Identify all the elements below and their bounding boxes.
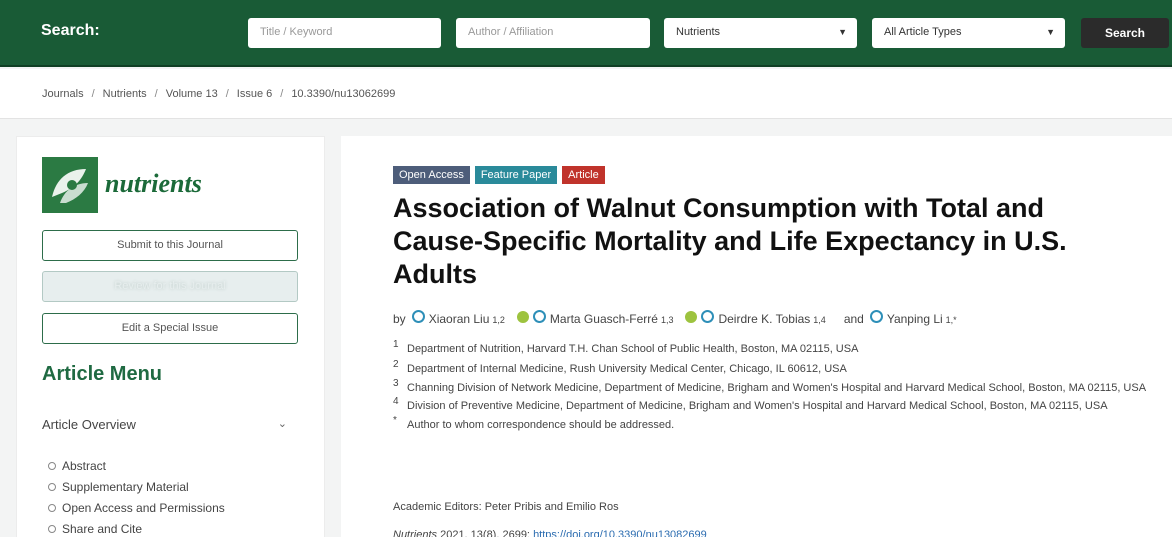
- doi-link[interactable]: https://doi.org/10.3390/nu13082699: [533, 529, 707, 537]
- affiliation-text: Department of Internal Medicine, Rush Un…: [407, 363, 847, 375]
- journal-logo[interactable]: [42, 157, 98, 213]
- article-overview-label: Article Overview: [42, 417, 136, 432]
- orcid-icon[interactable]: [516, 311, 529, 323]
- breadcrumb-separator: /: [91, 88, 95, 100]
- citation-details: 2021, 13(8), 2699;: [437, 529, 530, 537]
- search-label: Search:: [41, 22, 100, 39]
- author-name[interactable]: Xiaoran Liu: [429, 312, 490, 326]
- affiliation-number: 3: [393, 378, 399, 389]
- title-keyword-input[interactable]: Title / Keyword: [248, 18, 441, 48]
- article-type-badge: Article: [562, 166, 605, 184]
- citation-journal: Nutrients: [393, 529, 438, 537]
- breadcrumb-separator: /: [225, 88, 229, 100]
- affiliation-item: 3 Channing Division of Network Medicine,…: [393, 378, 1153, 397]
- article-overview-toggle[interactable]: Article Overview ⌄: [42, 417, 287, 432]
- affiliation-text: Division of Preventive Medicine, Departm…: [407, 400, 1108, 412]
- article-menu-title: Article Menu: [42, 363, 163, 385]
- affiliation-list: 1 Department of Nutrition, Harvard T.H. …: [393, 339, 1153, 435]
- menu-item-share-cite[interactable]: Share and Cite: [48, 518, 225, 537]
- article-type-select[interactable]: All Article Types ▼: [872, 18, 1065, 48]
- author-profile-icon[interactable]: [411, 310, 425, 323]
- author-affiliation-sup: 1,4: [813, 315, 826, 325]
- affiliation-number: *: [393, 415, 397, 426]
- breadcrumb-journal[interactable]: Nutrients: [103, 88, 147, 100]
- bullet-icon: [48, 524, 56, 533]
- nutrients-logo-icon: [42, 157, 98, 213]
- affiliation-number: 2: [393, 359, 399, 370]
- affiliation-item: 4 Division of Preventive Medicine, Depar…: [393, 396, 1153, 415]
- edit-special-issue-button[interactable]: Edit a Special Issue: [42, 313, 298, 344]
- affiliation-text: Channing Division of Network Medicine, D…: [407, 382, 1147, 394]
- citation-line: Nutrients 2021, 13(8), 2699; https://doi…: [393, 529, 707, 537]
- search-button[interactable]: Search: [1081, 18, 1169, 48]
- breadcrumb-separator: /: [154, 88, 158, 100]
- orcid-icon[interactable]: [685, 311, 698, 323]
- author-name[interactable]: Marta Guasch-Ferré: [550, 312, 658, 326]
- breadcrumb: Journals / Nutrients / Volume 13 / Issue…: [42, 88, 395, 100]
- author-affiliation-sup: 1,3: [660, 315, 674, 325]
- caret-down-icon: ▼: [1046, 27, 1055, 37]
- affiliation-text: Department of Nutrition, Harvard T.H. Ch…: [407, 343, 859, 355]
- review-for-journal-button[interactable]: Review for this Journal: [42, 271, 298, 302]
- menu-item-abstract[interactable]: Abstract: [48, 455, 225, 476]
- chevron-down-icon: ⌄: [277, 418, 287, 430]
- article-type-select-value: All Article Types: [884, 26, 962, 38]
- bullet-icon: [48, 503, 56, 512]
- menu-item-label: Supplementary Material: [62, 479, 189, 494]
- menu-item-open-access[interactable]: Open Access and Permissions: [48, 497, 225, 518]
- article-panel: Open Access Feature Paper Article Associ…: [341, 136, 1172, 537]
- affiliation-number: 1: [393, 339, 399, 350]
- journal-select[interactable]: Nutrients ▼: [664, 18, 857, 48]
- author-name[interactable]: Yanping Li: [887, 312, 943, 326]
- affiliation-item: 1 Department of Nutrition, Harvard T.H. …: [393, 339, 1153, 359]
- menu-item-label: Share and Cite: [62, 521, 143, 536]
- breadcrumb-bar: Journals / Nutrients / Volume 13 / Issue…: [0, 69, 1172, 119]
- breadcrumb-separator: /: [280, 88, 284, 100]
- academic-editors: Academic Editors: Peter Pribis and Emili…: [393, 501, 619, 513]
- author-profile-icon[interactable]: [532, 310, 546, 323]
- menu-item-supplementary[interactable]: Supplementary Material: [48, 476, 225, 497]
- feature-paper-badge: Feature Paper: [474, 166, 558, 184]
- search-bar: Search: Title / Keyword Author / Affilia…: [0, 0, 1172, 67]
- affiliation-item: 2 Department of Internal Medicine, Rush …: [393, 359, 1153, 379]
- affiliation-item: * Author to whom correspondence should b…: [393, 415, 1153, 435]
- menu-item-label: Abstract: [62, 458, 107, 473]
- by-label: by: [393, 312, 406, 326]
- bullet-icon: [48, 482, 56, 491]
- journal-sidebar: nutrients Submit to this Journal Review …: [16, 136, 325, 537]
- submit-to-journal-button[interactable]: Submit to this Journal: [42, 230, 298, 261]
- breadcrumb-journals[interactable]: Journals: [42, 88, 84, 100]
- author-profile-icon[interactable]: [701, 310, 715, 323]
- author-affiliation-sup: 1,*: [945, 315, 957, 325]
- author-name[interactable]: Deirdre K. Tobias: [718, 312, 810, 326]
- article-menu-list: Abstract Supplementary Material Open Acc…: [48, 455, 225, 537]
- author-profile-icon[interactable]: [869, 310, 883, 323]
- open-access-badge: Open Access: [393, 166, 470, 184]
- author-list: by Xiaoran Liu 1,2 Marta Guasch-Ferré 1,…: [393, 310, 957, 326]
- author-affiliation-sup: 1,2: [492, 315, 505, 325]
- affiliation-text: Author to whom correspondence should be …: [407, 419, 675, 431]
- affiliation-number: 4: [393, 396, 399, 407]
- and-label: and: [843, 312, 864, 326]
- journal-brand-name: nutrients: [105, 169, 202, 198]
- menu-item-label: Open Access and Permissions: [62, 500, 225, 515]
- article-title: Association of Walnut Consumption with T…: [393, 193, 1067, 289]
- bullet-icon: [48, 461, 56, 470]
- caret-down-icon: ▼: [838, 27, 847, 37]
- breadcrumb-doi: 10.3390/nu13062699: [291, 88, 396, 100]
- journal-select-value: Nutrients: [676, 26, 721, 38]
- breadcrumb-volume[interactable]: Volume 13: [166, 88, 218, 100]
- breadcrumb-issue[interactable]: Issue 6: [237, 88, 272, 100]
- author-affiliation-input[interactable]: Author / Affiliation: [456, 18, 650, 48]
- article-badges: Open Access Feature Paper Article: [393, 166, 605, 184]
